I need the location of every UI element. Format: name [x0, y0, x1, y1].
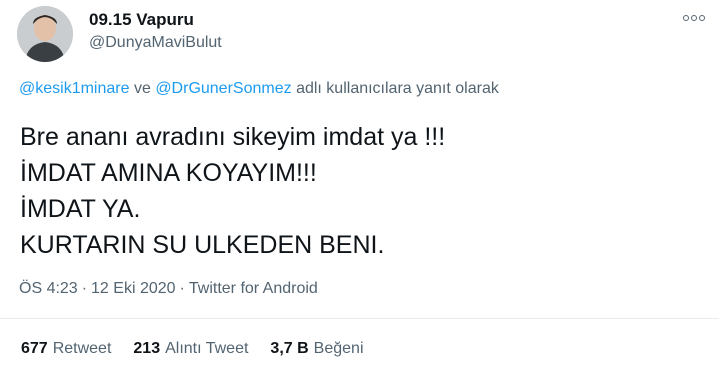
more-horizontal-icon[interactable]: [680, 8, 708, 28]
tweet-text-line: İMDAT AMINA KOYAYIM!!!: [20, 159, 317, 187]
mention-link[interactable]: @kesik1minare: [19, 80, 130, 97]
avatar-image: [17, 6, 73, 62]
more-dot: [699, 15, 705, 21]
reply-conjunction: ve: [133, 80, 151, 97]
tweet-date[interactable]: 12 Eki 2020: [91, 280, 176, 297]
quote-number: 213: [133, 340, 161, 357]
divider: [0, 318, 719, 319]
like-count[interactable]: 3,7 B Beğeni: [270, 339, 363, 359]
engagement-stats: 677 Retweet 213 Alıntı Tweet 3,7 B Beğeni: [21, 339, 364, 359]
avatar[interactable]: [17, 6, 73, 62]
tweet-text-line: İMDAT YA.: [20, 195, 141, 223]
tweet-text: Bre ananı avradını sikeyim imdat ya !!! …: [20, 119, 445, 263]
retweet-label: Retweet: [52, 340, 112, 357]
reply-context: @kesik1minare ve @DrGunerSonmez adlı kul…: [19, 79, 499, 99]
quote-count[interactable]: 213 Alıntı Tweet: [133, 339, 248, 359]
tweet-source[interactable]: Twitter for Android: [189, 280, 318, 297]
separator-dot: ·: [81, 280, 88, 297]
tweet-time[interactable]: ÖS 4:23: [19, 280, 78, 297]
tweet-text-line: Bre ananı avradını sikeyim imdat ya !!!: [20, 123, 446, 151]
more-dot: [683, 15, 689, 21]
tweet-metadata: ÖS 4:23 · 12 Eki 2020 · Twitter for Android: [19, 279, 318, 299]
retweet-number: 677: [21, 340, 48, 357]
user-handle[interactable]: @DunyaMaviBulut: [89, 33, 222, 53]
like-label: Beğeni: [313, 340, 364, 357]
quote-label: Alıntı Tweet: [165, 340, 249, 357]
like-number: 3,7 B: [270, 340, 309, 357]
tweet-card: 09.15 Vapuru @DunyaMaviBulut @kesik1mina…: [0, 0, 719, 368]
mention-link[interactable]: @DrGunerSonmez: [155, 80, 291, 97]
display-name[interactable]: 09.15 Vapuru: [89, 10, 194, 30]
separator-dot: ·: [179, 280, 185, 297]
more-dot: [691, 15, 697, 21]
tweet-text-line: KURTARIN SU ULKEDEN BENI.: [20, 231, 385, 259]
retweet-count[interactable]: 677 Retweet: [21, 339, 111, 359]
reply-suffix: adlı kullanıcılara yanıt olarak: [296, 80, 499, 97]
